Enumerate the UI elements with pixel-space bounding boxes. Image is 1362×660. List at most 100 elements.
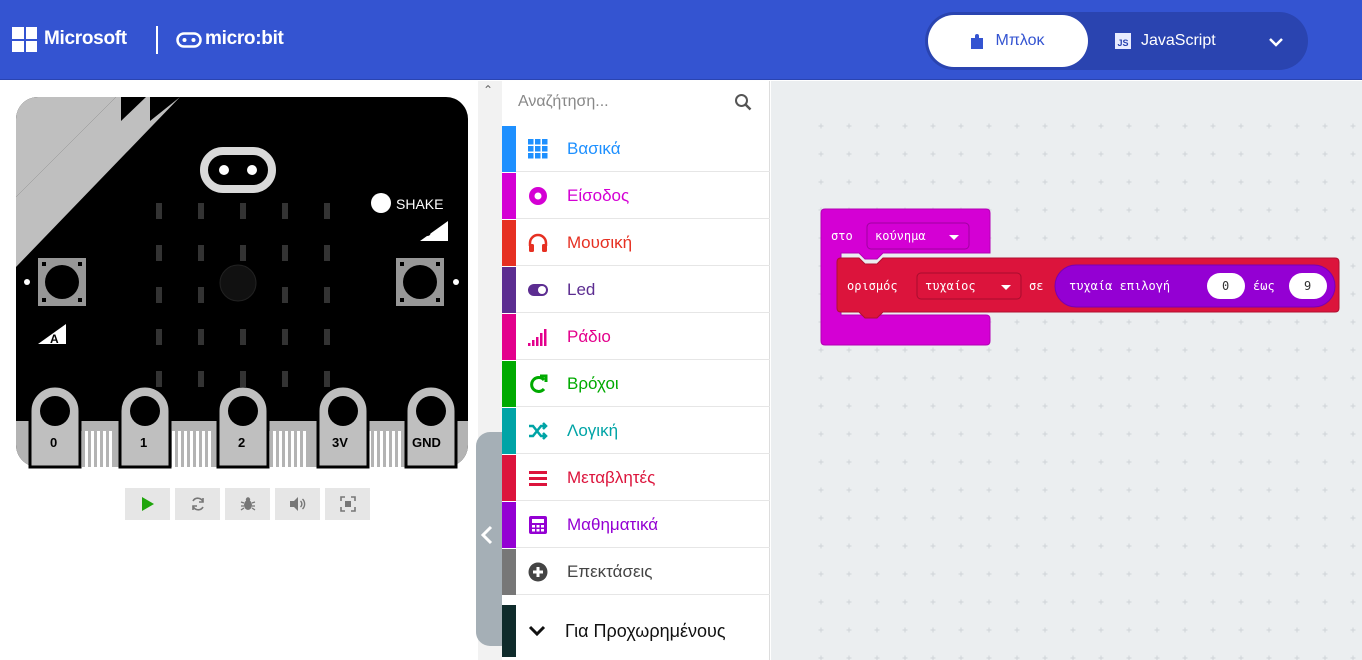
category-led[interactable]: Led	[502, 267, 770, 313]
shake-label: SHAKE	[396, 196, 443, 212]
category-label: Βασικά	[567, 139, 621, 158]
microbit-board[interactable]: 0 1 2 3V GND SHAKE B A	[0, 81, 478, 481]
category-loops[interactable]: Βρόχοι	[502, 361, 770, 407]
scroll-up-arrow-icon[interactable]: ⌃	[483, 83, 493, 97]
category-label: Μεταβλητές	[567, 468, 656, 487]
random-from-input[interactable]: 0	[1207, 273, 1245, 299]
category-variables[interactable]: Μεταβλητές	[502, 455, 770, 501]
chevron-down-icon	[528, 625, 546, 637]
search-input[interactable]	[518, 89, 728, 115]
category-label: Led	[567, 280, 596, 299]
random-range-block[interactable]: τυχαία επιλογή 0 έως 9	[1054, 264, 1336, 308]
category-label: Βρόχοι	[567, 374, 619, 393]
microbit-logo-icon	[176, 32, 202, 48]
pin-2[interactable]: 2	[216, 384, 270, 469]
shuffle-icon	[529, 422, 548, 440]
brand-name: Microsoft	[44, 28, 127, 49]
play-button[interactable]	[125, 488, 170, 520]
category-music[interactable]: Μουσική	[502, 220, 770, 266]
category-label: Μαθηματικά	[567, 515, 659, 534]
debug-button[interactable]	[225, 488, 270, 520]
category-color-bar	[502, 408, 516, 454]
javascript-mode-button[interactable]: JS JavaScript	[1115, 15, 1216, 67]
fullscreen-icon	[339, 496, 356, 512]
loop-icon	[530, 374, 548, 393]
pin-0-label: 0	[50, 435, 57, 450]
mute-icon	[289, 497, 305, 511]
pin-gnd-label: GND	[412, 435, 441, 450]
fullscreen-button[interactable]	[325, 488, 370, 520]
toggle-icon	[528, 284, 548, 296]
random-label: τυχαία επιλογή	[1069, 279, 1170, 293]
category-label: Λογική	[567, 421, 619, 440]
variable-dropdown[interactable]: τυχαίος	[916, 272, 1022, 300]
category-color-bar	[502, 549, 516, 595]
button-a-label: A	[50, 332, 59, 346]
collapse-simulator-button[interactable]	[476, 432, 504, 646]
category-math[interactable]: Μαθηματικά	[502, 502, 770, 548]
list-icon	[529, 471, 547, 486]
pin-3v-label: 3V	[332, 435, 348, 450]
pin-2-label: 2	[238, 435, 245, 450]
button-b-label: B	[421, 223, 431, 239]
advanced-label: Για Προχωρημένους	[565, 621, 726, 641]
category-color-bar	[502, 220, 516, 266]
toolbox-search	[502, 81, 770, 125]
javascript-mode-label: JavaScript	[1141, 32, 1216, 49]
pin-1[interactable]: 1	[118, 384, 172, 469]
pin-0[interactable]: 0	[28, 384, 82, 469]
search-icon[interactable]	[734, 93, 752, 111]
restart-button[interactable]	[175, 488, 220, 520]
restart-icon	[191, 497, 204, 511]
shake-button[interactable]: SHAKE	[371, 193, 443, 213]
category-color-bar	[502, 361, 516, 407]
category-color-bar	[502, 455, 516, 501]
category-extensions[interactable]: Επεκτάσεις	[502, 549, 770, 595]
puzzle-icon	[971, 34, 984, 49]
pin-1-label: 1	[140, 435, 147, 450]
random-from-value: 0	[1222, 279, 1229, 293]
chevron-down-icon[interactable]	[1267, 33, 1285, 51]
set-prefix: ορισμός	[847, 279, 898, 293]
random-to-label: έως	[1253, 279, 1275, 293]
pin-gnd[interactable]: GND	[404, 384, 458, 469]
block-canvas: στο κούνημα ορισμός τυχαίος σε τυχαία επ…	[820, 208, 1340, 346]
top-header: Microsoft micro:bit Μπλοκ JS JavaScript	[0, 0, 1362, 80]
toolbox: Βασικά Είσοδος Μουσική Led Ράδιο	[502, 81, 770, 660]
play-icon	[141, 497, 154, 511]
simulator-controls	[125, 488, 370, 520]
category-color-bar	[502, 314, 516, 360]
signal-icon	[528, 329, 547, 346]
category-color-bar	[502, 126, 516, 172]
category-color-bar	[502, 173, 516, 219]
advanced-category-toggle[interactable]: Για Προχωρημένους	[502, 605, 770, 657]
gesture-dropdown[interactable]: κούνημα	[866, 222, 970, 250]
blocks-workspace[interactable]: στο κούνημα ορισμός τυχαίος σε τυχαία επ…	[771, 81, 1362, 660]
random-to-value: 9	[1304, 279, 1311, 293]
category-color-bar	[502, 267, 516, 313]
grid-icon	[528, 139, 548, 159]
calculator-icon	[529, 516, 547, 534]
gesture-dropdown-value: κούνημα	[875, 229, 926, 243]
category-label: Είσοδος	[567, 186, 630, 205]
category-basic[interactable]: Βασικά	[502, 126, 770, 172]
microsoft-logo-icon	[12, 27, 37, 52]
headphones-icon	[528, 233, 548, 252]
pin-3v[interactable]: 3V	[316, 384, 370, 469]
mute-button[interactable]	[275, 488, 320, 520]
category-label: Επεκτάσεις	[567, 562, 653, 581]
variable-dropdown-value: τυχαίος	[925, 279, 976, 293]
set-variable-block[interactable]: ορισμός τυχαίος σε τυχαία επιλογή 0 έως …	[836, 257, 1340, 319]
category-input[interactable]: Είσοδος	[502, 173, 770, 219]
input-icon	[529, 187, 547, 205]
category-logic[interactable]: Λογική	[502, 408, 770, 454]
blocks-mode-button[interactable]: Μπλοκ	[928, 15, 1088, 67]
on-gesture-prefix: στο	[831, 229, 853, 243]
category-radio[interactable]: Ράδιο	[502, 314, 770, 360]
simulator-panel: 0 1 2 3V GND SHAKE B A	[0, 81, 478, 660]
header-divider	[156, 26, 158, 54]
product-name: micro:bit	[205, 28, 284, 49]
plus-circle-icon	[528, 562, 548, 582]
random-to-input[interactable]: 9	[1289, 273, 1327, 299]
editor-mode-switch: Μπλοκ JS JavaScript	[925, 12, 1308, 70]
